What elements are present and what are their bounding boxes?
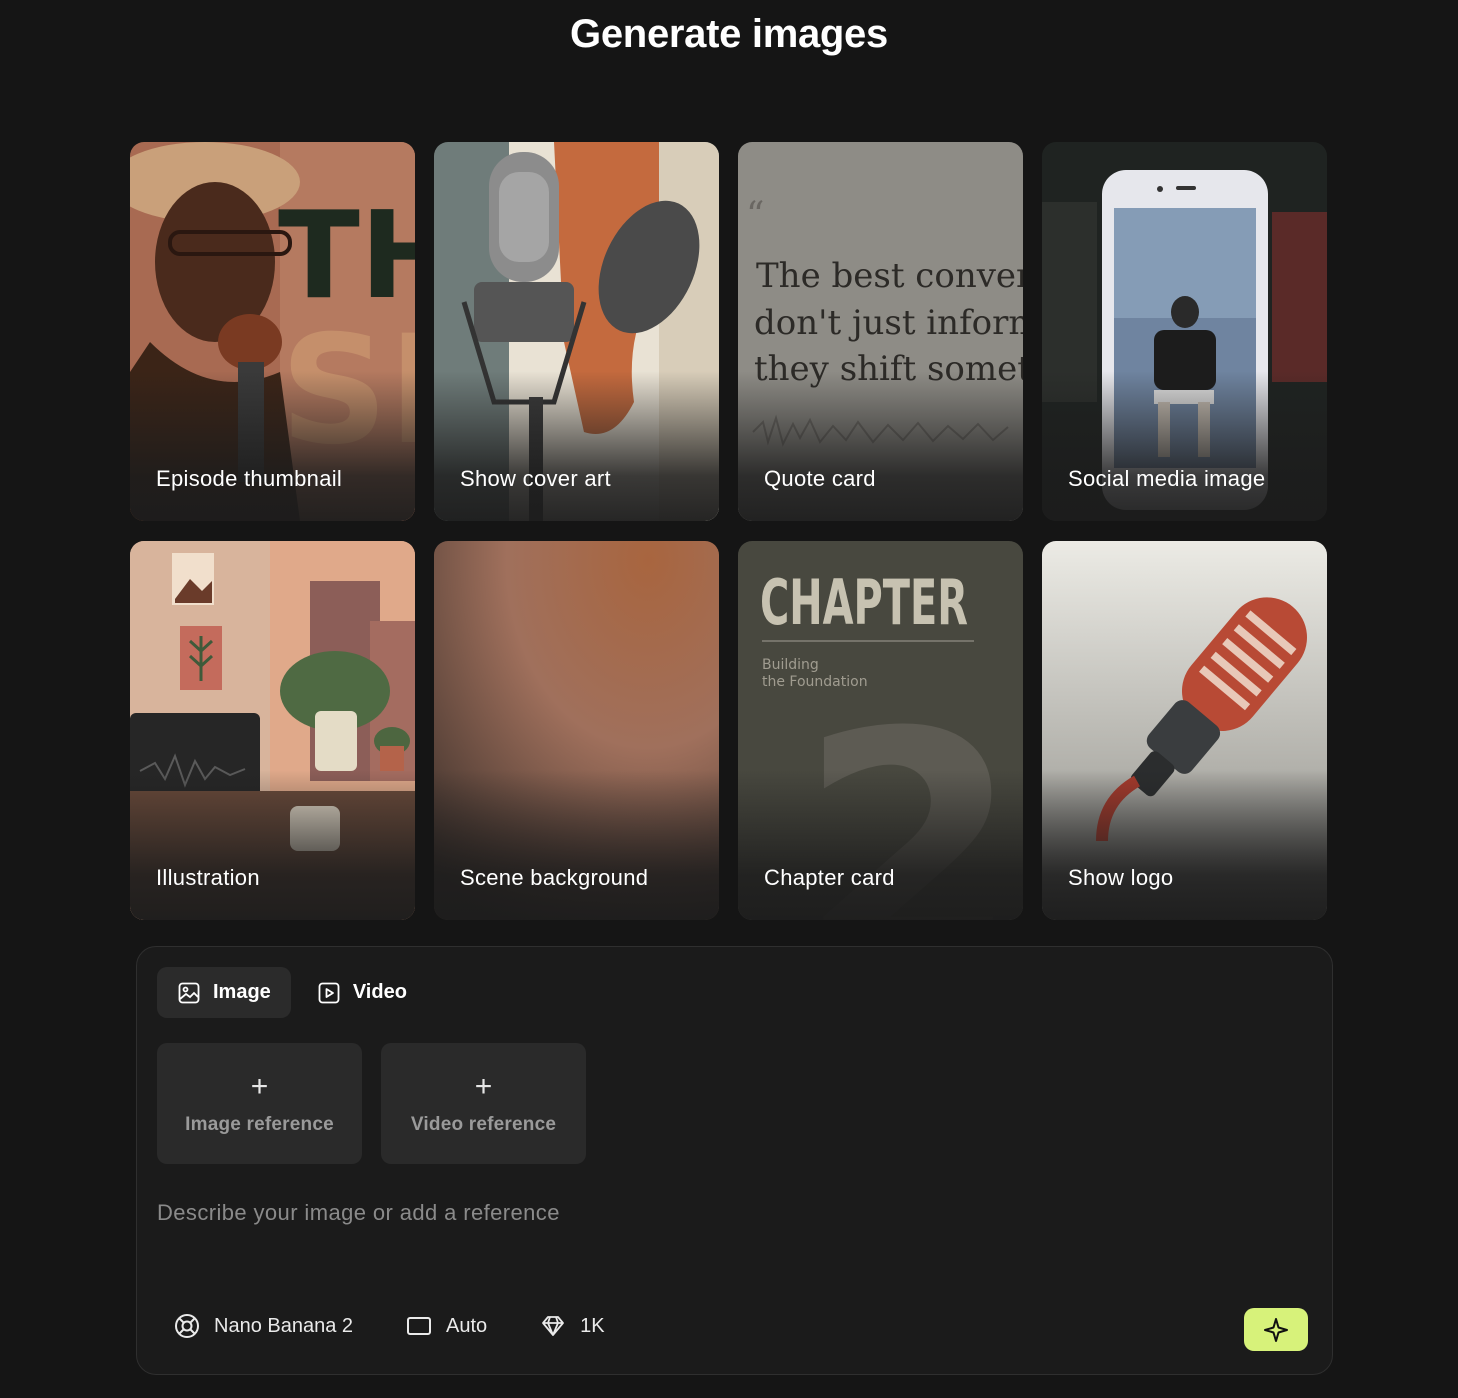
template-label: Episode thumbnail <box>156 466 343 491</box>
plus-icon: + <box>250 1069 269 1103</box>
template-card-quote-card[interactable]: “ The best conversa don't just inform, t… <box>738 142 1023 521</box>
tab-video-label: Video <box>352 981 407 1003</box>
template-label: Scene background <box>460 865 649 890</box>
template-card-chapter-card[interactable]: CHAPTER Building the Foundation 2 Chapte… <box>738 541 1023 920</box>
aspect-ratio-selector[interactable]: Auto <box>405 1312 487 1340</box>
prompt-input[interactable] <box>157 1193 1307 1233</box>
template-grid: TH SH Episode thumbnail Show cover art <box>130 142 1328 920</box>
media-type-tabs: Image Video <box>157 967 427 1018</box>
chapter-heading: CHAPTER <box>760 566 968 639</box>
tab-image[interactable]: Image <box>157 967 291 1018</box>
template-card-episode-thumbnail[interactable]: TH SH Episode thumbnail <box>130 142 415 521</box>
add-image-reference-button[interactable]: + Image reference <box>157 1043 362 1164</box>
model-selector[interactable]: Nano Banana 2 <box>173 1312 353 1340</box>
image-reference-label: Image reference <box>185 1113 334 1135</box>
page-title: Generate images <box>570 12 888 56</box>
template-label: Show cover art <box>460 466 611 491</box>
template-label: Chapter card <box>764 865 895 890</box>
add-video-reference-button[interactable]: + Video reference <box>381 1043 586 1164</box>
video-reference-label: Video reference <box>410 1113 557 1135</box>
aspect-ratio-label: Auto <box>446 1314 488 1337</box>
svg-text:“: “ <box>746 195 764 236</box>
resolution-selector[interactable]: 1K <box>539 1312 605 1340</box>
aspect-ratio-icon <box>407 1317 432 1335</box>
reference-slots: + Image reference + Video reference <box>157 1043 586 1164</box>
template-card-show-logo[interactable]: Show logo <box>1042 541 1327 920</box>
generation-options: Nano Banana 2 Auto 1K <box>173 1312 657 1340</box>
resolution-label: 1K <box>580 1314 605 1337</box>
model-icon <box>175 1314 199 1338</box>
image-icon <box>178 982 200 1003</box>
generate-button[interactable] <box>1244 1308 1308 1351</box>
tab-video[interactable]: Video <box>297 967 427 1018</box>
video-icon <box>318 982 340 1003</box>
quote-line-2: don't just inform, <box>754 303 1023 343</box>
template-label: Social media image <box>1068 466 1266 491</box>
plus-icon: + <box>474 1069 493 1103</box>
quote-line-1: The best conversa <box>756 256 1023 296</box>
template-card-social-media-image[interactable]: Social media image <box>1042 142 1327 521</box>
template-card-illustration[interactable]: Illustration <box>130 541 415 920</box>
template-label: Quote card <box>764 466 876 491</box>
template-card-scene-background[interactable]: Scene background <box>434 541 719 920</box>
diamond-icon <box>542 1316 565 1336</box>
prompt-composer: Image Video + Image reference + Video re… <box>136 946 1333 1375</box>
model-label: Nano Banana 2 <box>214 1314 354 1337</box>
tab-image-label: Image <box>213 981 271 1003</box>
template-label: Illustration <box>156 865 260 890</box>
sparkle-icon <box>1264 1317 1288 1342</box>
template-card-show-cover-art[interactable]: Show cover art <box>434 142 719 521</box>
template-label: Show logo <box>1068 865 1174 890</box>
